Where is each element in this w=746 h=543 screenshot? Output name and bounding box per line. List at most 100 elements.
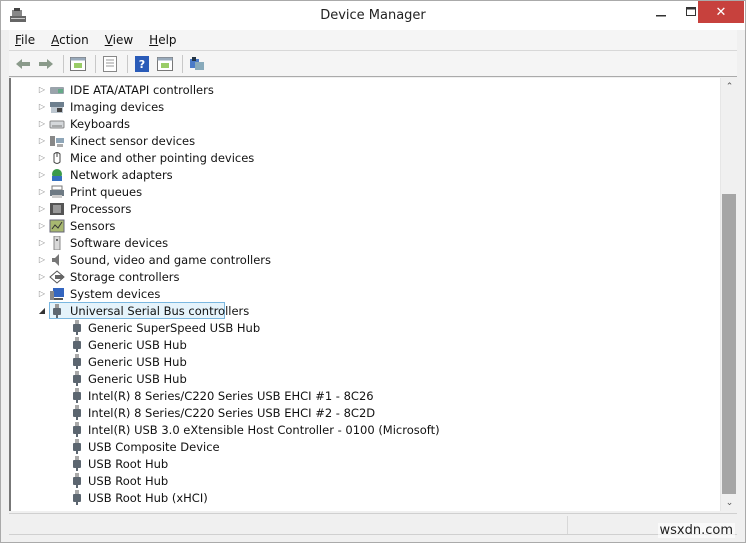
back-button[interactable]	[13, 55, 33, 73]
tree-category[interactable]: ▷ System devices	[11, 285, 721, 302]
collapsed-arrow-icon[interactable]: ▷	[38, 200, 46, 217]
toolbar: ?	[9, 51, 737, 77]
scan-hardware-button[interactable]	[187, 55, 207, 73]
toolbar-separator	[95, 54, 96, 73]
scan-hardware-icon	[190, 56, 204, 70]
tree-device-label: Intel(R) 8 Series/C220 Series USB EHCI #…	[88, 388, 374, 403]
usb-device-icon	[69, 320, 85, 335]
menu-file[interactable]: File	[15, 33, 35, 47]
collapsed-arrow-icon[interactable]: ▷	[38, 268, 46, 285]
tree-category-label: Keyboards	[70, 116, 131, 131]
tree-device[interactable]: Generic USB Hub	[11, 353, 721, 370]
chevron-up-icon: ⌃	[725, 81, 734, 92]
collapsed-arrow-icon[interactable]: ▷	[38, 234, 46, 251]
show-hide-console-tree-button[interactable]	[68, 55, 88, 73]
menu-view[interactable]: View	[105, 33, 133, 47]
console-tree-icon	[70, 56, 86, 71]
tree-device[interactable]: USB Root Hub (xHCI)	[11, 489, 721, 506]
usb-device-icon	[69, 337, 85, 352]
tree-category[interactable]: ▷ Processors	[11, 200, 721, 217]
usb-device-icon	[69, 490, 85, 505]
collapsed-arrow-icon[interactable]: ▷	[38, 285, 46, 302]
menu-action[interactable]: Action	[51, 33, 89, 47]
tree-category[interactable]: ▷ IDE ATA/ATAPI controllers	[11, 81, 721, 98]
tree-category-label: Print queues	[70, 184, 143, 199]
collapsed-arrow-icon[interactable]: ▷	[38, 166, 46, 183]
scroll-up-button[interactable]: ⌃	[721, 78, 737, 95]
tree-device[interactable]: Intel(R) 8 Series/C220 Series USB EHCI #…	[11, 387, 721, 404]
tree-category-label: Network adapters	[70, 167, 173, 182]
tree-category-label: Universal Serial Bus controllers	[70, 303, 250, 318]
help-button[interactable]: ?	[132, 55, 152, 73]
tree-category[interactable]: ▷ Software devices	[11, 234, 721, 251]
tree-device-label: Generic USB Hub	[88, 337, 187, 352]
collapsed-arrow-icon[interactable]: ▷	[38, 98, 46, 115]
mouse-icon	[49, 150, 65, 165]
tree-device-label: USB Root Hub	[88, 473, 169, 488]
scroll-down-button[interactable]: ⌄	[721, 494, 737, 511]
tree-device[interactable]: USB Composite Device	[11, 438, 721, 455]
menu-help[interactable]: Help	[149, 33, 176, 47]
network-adapter-icon	[49, 167, 65, 182]
collapsed-arrow-icon[interactable]: ▷	[38, 183, 46, 200]
tree-device[interactable]: Intel(R) 8 Series/C220 Series USB EHCI #…	[11, 404, 721, 421]
collapsed-arrow-icon[interactable]: ▷	[38, 132, 46, 149]
collapsed-arrow-icon[interactable]: ▷	[38, 115, 46, 132]
software-device-icon	[49, 235, 65, 250]
tree-device-label: USB Composite Device	[88, 439, 220, 454]
properties-icon	[103, 55, 117, 72]
device-tree-pane: ▷ IDE ATA/ATAPI controllers ▷ Imaging devic…	[9, 78, 737, 511]
device-manager-window: Device Manager ✕ File Action View Help ?…	[0, 0, 746, 543]
forward-button[interactable]	[36, 55, 56, 73]
menu-bar: File Action View Help	[9, 30, 737, 51]
device-tree: ▷ IDE ATA/ATAPI controllers ▷ Imaging devic…	[11, 81, 721, 506]
tree-device[interactable]: Generic SuperSpeed USB Hub	[11, 319, 721, 336]
tree-category[interactable]: ▷ Imaging devices	[11, 98, 721, 115]
collapsed-arrow-icon[interactable]: ▷	[38, 217, 46, 234]
tree-category[interactable]: ▷ Mice and other pointing devices	[11, 149, 721, 166]
usb-device-icon	[69, 422, 85, 437]
tree-device[interactable]: Generic USB Hub	[11, 370, 721, 387]
tree-category[interactable]: ▷ Sensors	[11, 217, 721, 234]
tree-device[interactable]: USB Root Hub	[11, 455, 721, 472]
collapsed-arrow-icon[interactable]: ▷	[38, 251, 46, 268]
usb-device-icon	[69, 354, 85, 369]
usb-device-icon	[69, 456, 85, 471]
usb-device-icon	[69, 388, 85, 403]
minimize-button[interactable]	[646, 1, 676, 23]
tree-category[interactable]: ▷ Sound, video and game controllers	[11, 251, 721, 268]
tree-category-label: Mice and other pointing devices	[70, 150, 255, 165]
usb-device-icon	[69, 405, 85, 420]
tree-device[interactable]: Generic USB Hub	[11, 336, 721, 353]
tree-device-label: Generic USB Hub	[88, 354, 187, 369]
usb-device-icon	[69, 439, 85, 454]
collapsed-arrow-icon[interactable]: ▷	[38, 81, 46, 98]
tree-category[interactable]: ▷ Network adapters	[11, 166, 721, 183]
vertical-scrollbar[interactable]: ⌃ ⌄	[720, 78, 737, 511]
system-device-icon	[49, 286, 65, 301]
tree-device[interactable]: Intel(R) USB 3.0 eXtensible Host Control…	[11, 421, 721, 438]
tree-device[interactable]: USB Root Hub	[11, 472, 721, 489]
usb-icon	[49, 303, 65, 318]
tree-device-label: Generic SuperSpeed USB Hub	[88, 320, 261, 335]
title-bar[interactable]: Device Manager ✕	[1, 1, 745, 30]
close-button[interactable]: ✕	[698, 1, 744, 23]
show-action-pane-button[interactable]	[155, 55, 175, 73]
tree-category[interactable]: ▷ Print queues	[11, 183, 721, 200]
tree-category[interactable]: ▷ Keyboards	[11, 115, 721, 132]
expanded-arrow-icon[interactable]: ◢	[38, 302, 46, 319]
tree-category-label: Processors	[70, 201, 132, 216]
ide-controller-icon	[49, 82, 65, 97]
tree-category[interactable]: ▷ Storage controllers	[11, 268, 721, 285]
storage-controller-icon	[49, 269, 65, 284]
tree-device-label: USB Root Hub (xHCI)	[88, 490, 208, 505]
properties-button[interactable]	[100, 55, 120, 73]
speaker-icon	[49, 252, 65, 267]
tree-device-label: Intel(R) 8 Series/C220 Series USB EHCI #…	[88, 405, 376, 420]
tree-category[interactable]: ◢ Universal Serial Bus controllers	[11, 302, 721, 319]
tree-category[interactable]: ▷ Kinect sensor devices	[11, 132, 721, 149]
scrollbar-thumb[interactable]	[722, 194, 736, 494]
tree-category-label: Sound, video and game controllers	[70, 252, 272, 267]
arrow-right-icon	[39, 58, 53, 69]
collapsed-arrow-icon[interactable]: ▷	[38, 149, 46, 166]
